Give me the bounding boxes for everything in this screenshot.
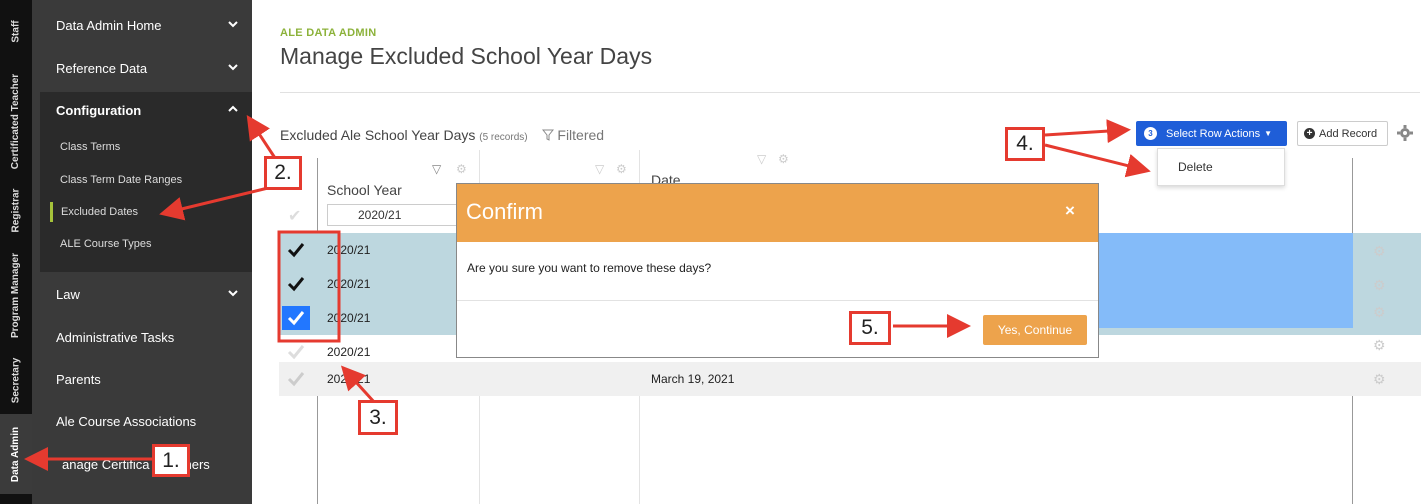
annotation-callout-3: 3. — [358, 400, 398, 435]
annotation-callout-2: 2. — [264, 156, 302, 190]
annotation-callout-4: 4. — [1005, 127, 1045, 161]
annotation-arrows — [24, 114, 1151, 471]
annotation-callout-5: 5. — [849, 311, 891, 345]
annotation-callout-1: 1. — [152, 444, 190, 477]
